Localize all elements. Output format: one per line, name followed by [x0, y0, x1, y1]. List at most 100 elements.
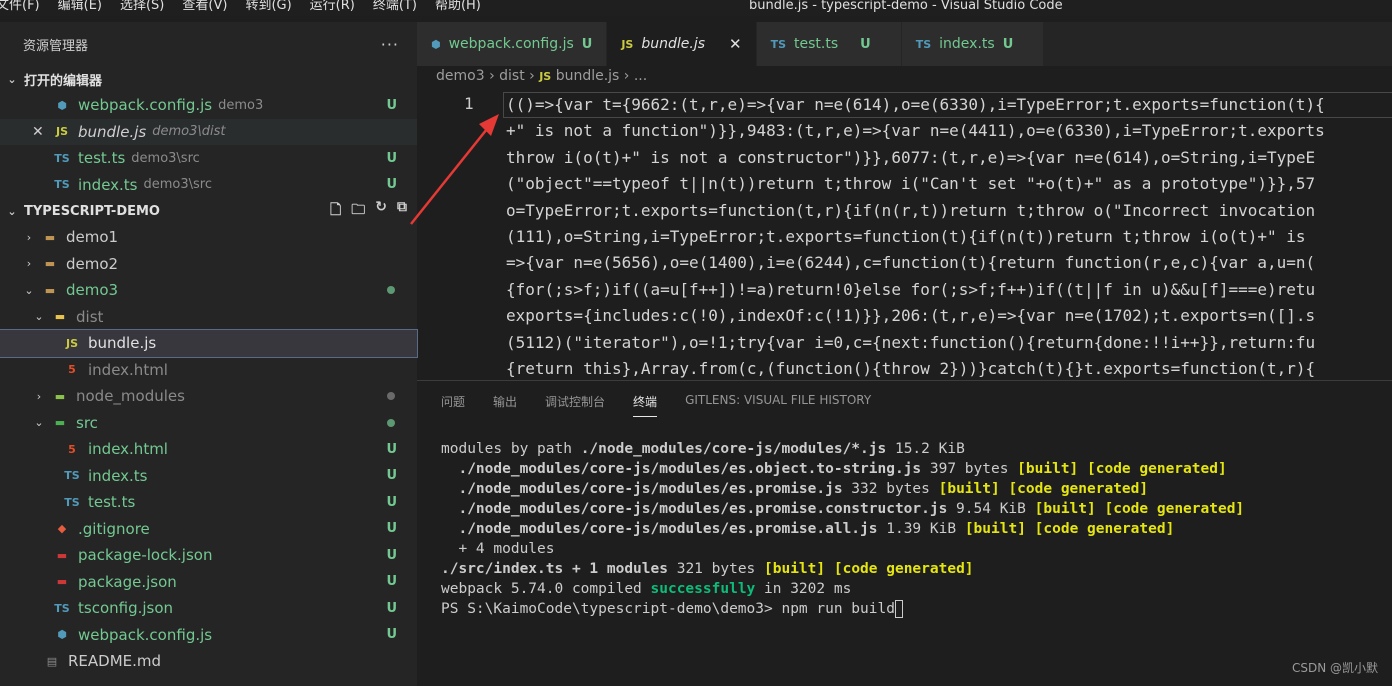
js-file-icon: JS: [539, 70, 552, 83]
tab-webpack-config[interactable]: ⬢ webpack.config.js U: [417, 22, 608, 66]
tree-label: index.html: [88, 360, 168, 379]
menu-file[interactable]: 文件(F): [0, 0, 40, 13]
tree-item-file[interactable]: TS tsconfig.json U: [0, 595, 417, 622]
tab-index-ts[interactable]: TS index.ts U: [901, 22, 1045, 66]
tree-item-folder[interactable]: ⌄ ▬ dist: [0, 304, 417, 331]
terminal-text: modules by path: [441, 441, 581, 457]
refresh-icon[interactable]: ↻: [375, 199, 387, 223]
breadcrumb-item[interactable]: demo3: [436, 68, 485, 84]
npm-file-icon: ▬: [56, 548, 68, 562]
webpack-icon: ⬢: [57, 98, 67, 112]
tree-item-file[interactable]: TS test.ts U: [0, 489, 417, 516]
chevron-down-icon: ⌄: [7, 72, 17, 86]
code-line: {return this},Array.from(c,(function(){t…: [506, 359, 1316, 378]
open-editor-item[interactable]: ✕ JS bundle.js demo3\dist: [0, 118, 417, 145]
ts-file-icon: TS: [915, 37, 932, 51]
open-editor-item[interactable]: TS test.ts demo3\src U: [0, 145, 417, 172]
tab-bundle-js[interactable]: JS bundle.js ✕: [607, 22, 757, 66]
breadcrumb-item[interactable]: bundle.js: [556, 68, 620, 84]
tree-item-file[interactable]: 5 index.html U: [0, 436, 417, 463]
folder-open-icon: ▬: [44, 283, 56, 297]
terminal-text: [built] [code generated]: [964, 521, 1175, 537]
open-editor-item[interactable]: ⬢ webpack.config.js demo3 U: [0, 92, 417, 119]
terminal-text: [built] [code generated]: [938, 481, 1149, 497]
open-editor-item[interactable]: TS index.ts demo3\src U: [0, 172, 417, 199]
html-file-icon: 5: [68, 363, 76, 377]
code-line: +" is not a function")}},9483:(t,r,e)=>{…: [506, 121, 1325, 141]
breadcrumb-item[interactable]: ...: [634, 68, 647, 84]
tree-item-file[interactable]: TS index.ts U: [0, 463, 417, 490]
code-line: (()=>{var t={9662:(t,r,e)=>{var n=e(614)…: [506, 95, 1325, 114]
tree-item-file[interactable]: ▬ package.json U: [0, 569, 417, 596]
code-editor[interactable]: 1 (()=>{var t={9662:(t,r,e)=>{var n=e(61…: [417, 92, 1392, 380]
workspace-title: TYPESCRIPT-DEMO: [24, 203, 160, 219]
new-folder-icon[interactable]: 🗀: [351, 199, 365, 223]
src-folder-icon: ▬: [54, 416, 66, 430]
git-status-badge: U: [386, 468, 397, 484]
tab-label: test.ts: [794, 36, 839, 52]
chevron-down-icon: ⌄: [24, 283, 34, 297]
tree-item-folder[interactable]: › ▬ demo1: [0, 224, 417, 251]
menu-help[interactable]: 帮助(H): [435, 0, 481, 13]
chevron-down-icon: ⌄: [34, 310, 44, 324]
menu-edit[interactable]: 编辑(E): [58, 0, 102, 13]
chevron-down-icon: ⌄: [34, 416, 44, 430]
new-file-icon[interactable]: 🗋: [330, 199, 341, 223]
terminal-text: successfully: [650, 581, 756, 597]
tree-item-file[interactable]: ▬ package-lock.json U: [0, 542, 417, 569]
editor-tabs: ⬢ webpack.config.js U JS bundle.js ✕ TS …: [417, 22, 1392, 66]
terminal-text: webpack 5.74.0 compiled: [441, 581, 651, 597]
code-line: ("object"==typeof t||n(t))return t;throw…: [506, 174, 1316, 194]
menu-view[interactable]: 查看(V): [182, 0, 227, 13]
folder-open-icon: ▬: [54, 310, 66, 324]
close-icon[interactable]: ✕: [729, 35, 742, 53]
tab-output[interactable]: 输出: [493, 393, 517, 417]
ts-file-icon: TS: [54, 151, 70, 165]
terminal-prompt: PS S:\KaimoCode\typescript-demo\demo3> n…: [441, 601, 895, 617]
title-bar: 文件(F) 编辑(E) 选择(S) 查看(V) 转到(G) 运行(R) 终端(T…: [0, 0, 1392, 16]
tab-test-ts[interactable]: TS test.ts U: [756, 22, 902, 66]
tab-debug-console[interactable]: 调试控制台: [545, 393, 605, 417]
menu-run[interactable]: 运行(R): [310, 0, 355, 13]
close-icon[interactable]: ✕: [32, 124, 52, 140]
tree-item-folder[interactable]: › ▬ node_modules: [0, 383, 417, 410]
file-path-hint: demo3: [218, 97, 264, 113]
collapse-all-icon[interactable]: ⧉: [397, 199, 407, 223]
code-line: throw i(o(t)+" is not a constructor")}},…: [506, 147, 1316, 167]
code-line: (5112)("iterator"),o=!1;try{var i=0,c={n…: [506, 332, 1316, 352]
chevron-right-icon: ›: [529, 68, 540, 84]
line-number: 1: [464, 94, 474, 113]
terminal-output[interactable]: modules by path ./node_modules/core-js/m…: [441, 439, 1244, 619]
workspace-section[interactable]: ⌄ TYPESCRIPT-DEMO 🗋 🗀 ↻ ⧉: [0, 198, 417, 224]
file-label: index.ts: [78, 175, 138, 194]
open-editors-section[interactable]: ⌄ 打开的编辑器: [0, 66, 417, 92]
terminal-text: ./src/index.ts + 1 modules: [441, 561, 668, 577]
webpack-icon: ⬢: [57, 628, 67, 642]
tree-item-folder[interactable]: ⌄ ▬ src: [0, 410, 417, 437]
tree-item-folder[interactable]: ⌄ ▬ demo3: [0, 277, 417, 304]
html-file-icon: 5: [68, 442, 76, 456]
tab-problems[interactable]: 问题: [441, 393, 465, 417]
tree-item-file[interactable]: ▤ README.md: [0, 648, 417, 675]
tree-item-file[interactable]: 5 index.html: [0, 357, 417, 384]
panel-tabs: 问题 输出 调试控制台 终端 GITLENS: VISUAL FILE HIST…: [441, 393, 899, 417]
menu-go[interactable]: 转到(G): [245, 0, 291, 13]
chevron-right-icon: ›: [36, 389, 42, 403]
webpack-icon: ⬢: [431, 37, 441, 51]
terminal-text: 332 bytes: [842, 481, 939, 497]
tree-item-file[interactable]: ◆ .gitignore U: [0, 516, 417, 543]
more-actions-icon[interactable]: ···: [381, 35, 399, 54]
code-line: exports={includes:c(!0),indexOf:c(!1)}},…: [506, 306, 1316, 326]
npm-file-icon: ▬: [56, 575, 68, 589]
breadcrumb-item[interactable]: dist: [499, 68, 525, 84]
tree-item-file[interactable]: ⬢ webpack.config.js U: [0, 622, 417, 649]
tsconfig-file-icon: TS: [54, 601, 70, 615]
tree-item-file[interactable]: JS bundle.js: [0, 329, 418, 358]
tab-label: index.ts: [939, 36, 995, 52]
tree-item-folder[interactable]: › ▬ demo2: [0, 251, 417, 278]
menu-terminal[interactable]: 终端(T): [373, 0, 417, 13]
tab-gitlens-history[interactable]: GITLENS: VISUAL FILE HISTORY: [685, 393, 871, 417]
git-status-badge: U: [1002, 36, 1014, 52]
tab-terminal[interactable]: 终端: [633, 393, 658, 417]
menu-selection[interactable]: 选择(S): [120, 0, 164, 13]
